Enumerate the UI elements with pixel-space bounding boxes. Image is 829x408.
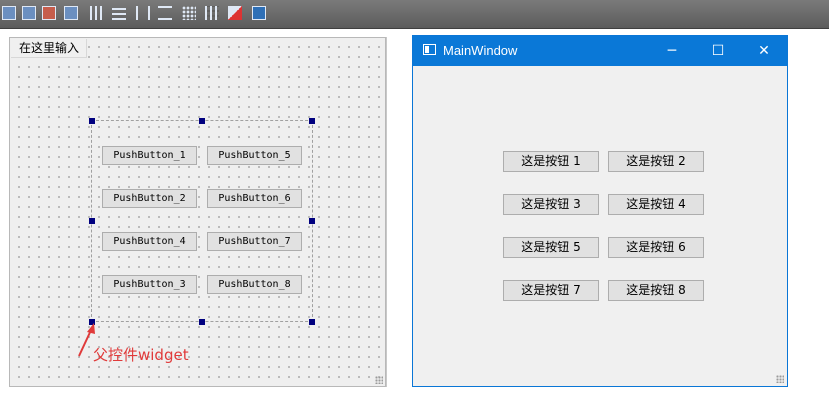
pushbutton-3[interactable]: PushButton_3	[102, 275, 197, 294]
break-icon[interactable]	[42, 6, 56, 20]
button-2[interactable]: 这是按钮 2	[608, 151, 704, 172]
button-5[interactable]: 这是按钮 5	[503, 237, 599, 258]
maximize-button[interactable]: ☐	[695, 36, 741, 66]
layout-icon[interactable]	[22, 6, 36, 20]
button-8[interactable]: 这是按钮 8	[608, 280, 704, 301]
button-4[interactable]: 这是按钮 4	[608, 194, 704, 215]
resize-handle-b[interactable]	[199, 319, 205, 325]
pushbutton-1[interactable]: PushButton_1	[102, 146, 197, 165]
pushbutton-7[interactable]: PushButton_7	[207, 232, 302, 251]
v-splitter-icon[interactable]	[158, 6, 172, 20]
pushbutton-5[interactable]: PushButton_5	[207, 146, 302, 165]
designer-form[interactable]: 在这里输入 PushButton_1 PushButton_5 PushButt…	[9, 37, 386, 387]
resize-handle-r[interactable]	[309, 218, 315, 224]
menu-type-here[interactable]: 在这里输入	[11, 39, 87, 58]
button-6[interactable]: 这是按钮 6	[608, 237, 704, 258]
size-grip-icon[interactable]	[375, 376, 383, 384]
button-7[interactable]: 这是按钮 7	[503, 280, 599, 301]
pushbutton-8[interactable]: PushButton_8	[207, 275, 302, 294]
resize-handle-l[interactable]	[89, 218, 95, 224]
button-1[interactable]: 这是按钮 1	[503, 151, 599, 172]
adjust-size-icon[interactable]	[252, 6, 266, 20]
h-splitter-icon[interactable]	[136, 6, 150, 20]
form-layout-icon[interactable]	[182, 6, 196, 20]
resize-handle-tl[interactable]	[89, 118, 95, 124]
minimize-button[interactable]: ─	[649, 36, 695, 66]
resize-handle-t[interactable]	[199, 118, 205, 124]
designer-toolbar	[0, 0, 829, 29]
break-layout-icon[interactable]	[228, 6, 242, 20]
window-title: MainWindow	[443, 43, 518, 58]
title-bar[interactable]: MainWindow ─ ☐ ✕	[413, 36, 787, 66]
resize-handle-tr[interactable]	[309, 118, 315, 124]
close-button[interactable]: ✕	[741, 36, 787, 66]
vertical-layout-icon[interactable]	[112, 6, 126, 20]
main-window: MainWindow ─ ☐ ✕ 这是按钮 1 这是按钮 2 这是按钮 3 这是…	[412, 35, 788, 387]
buddy-icon[interactable]	[64, 6, 78, 20]
divider	[386, 37, 387, 387]
pushbutton-2[interactable]: PushButton_2	[102, 189, 197, 208]
resize-handle-br[interactable]	[309, 319, 315, 325]
pushbutton-6[interactable]: PushButton_6	[207, 189, 302, 208]
central-widget: 这是按钮 1 这是按钮 2 这是按钮 3 这是按钮 4 这是按钮 5 这是按钮 …	[413, 66, 787, 386]
grid-layout-icon[interactable]	[205, 6, 219, 20]
button-3[interactable]: 这是按钮 3	[503, 194, 599, 215]
window-icon	[423, 44, 436, 55]
horizontal-layout-icon[interactable]	[90, 6, 104, 20]
annotation-label: 父控件widget	[93, 346, 189, 364]
size-grip-icon[interactable]	[776, 375, 784, 383]
pushbutton-4[interactable]: PushButton_4	[102, 232, 197, 251]
widget-icon[interactable]	[2, 6, 16, 20]
